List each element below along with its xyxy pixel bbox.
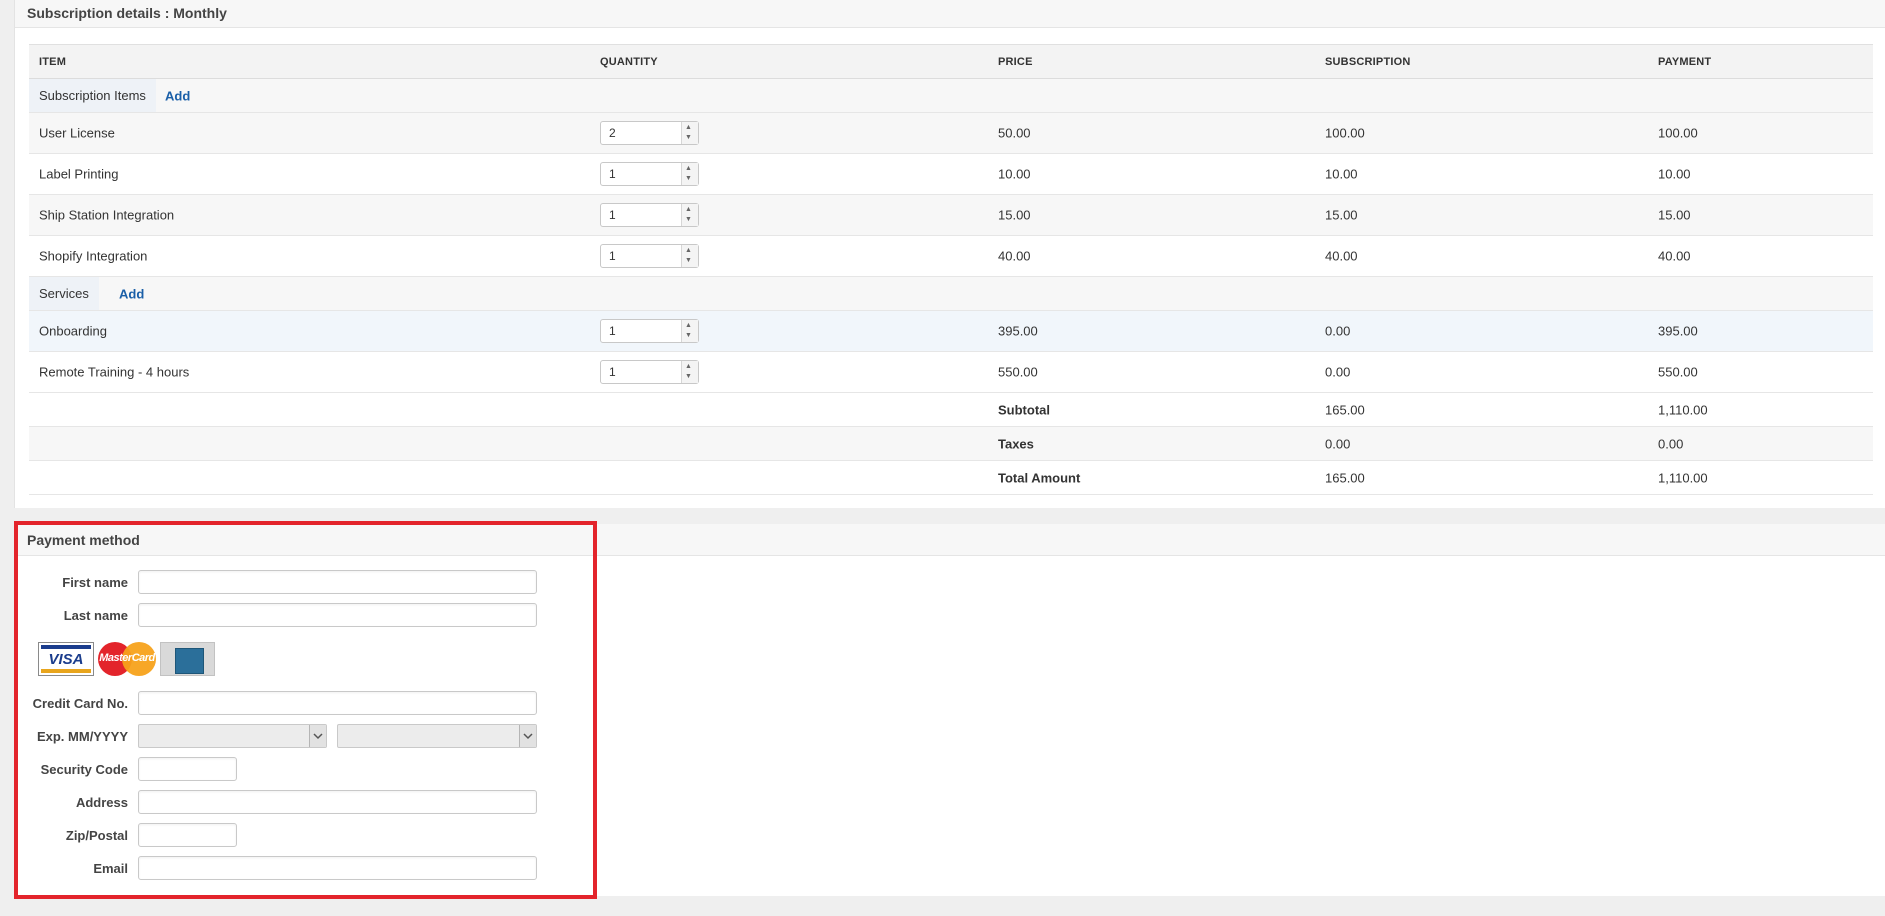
stepper-arrows[interactable]: ▲ ▼ bbox=[681, 320, 698, 342]
col-header-quantity: QUANTITY bbox=[600, 55, 658, 68]
quantity-stepper[interactable]: 1 ▲ ▼ bbox=[600, 162, 699, 186]
item-name: Label Printing bbox=[39, 166, 119, 182]
item-subscription: 15.00 bbox=[1325, 207, 1358, 223]
table-row: Shopify Integration 1 ▲ ▼ 40.00 40.00 40.… bbox=[29, 236, 1873, 277]
add-subscription-item-link[interactable]: Add bbox=[165, 88, 190, 103]
group-label: Subscription Items bbox=[29, 79, 156, 112]
item-name: Remote Training - 4 hours bbox=[39, 364, 190, 380]
subtotal-payment: 1,110.00 bbox=[1658, 402, 1708, 417]
table-row: User License 2 ▲ ▼ 50.00 100.00 100.00 bbox=[29, 113, 1873, 154]
stepper-arrows[interactable]: ▲ ▼ bbox=[681, 163, 698, 185]
item-price: 395.00 bbox=[998, 323, 1038, 339]
item-subscription: 0.00 bbox=[1325, 364, 1351, 380]
taxes-label: Taxes bbox=[998, 436, 1034, 451]
item-name: User License bbox=[39, 125, 115, 141]
item-name: Ship Station Integration bbox=[39, 207, 175, 223]
stepper-arrows[interactable]: ▲ ▼ bbox=[681, 245, 698, 267]
item-payment: 15.00 bbox=[1658, 207, 1691, 223]
payment-method-highlight bbox=[14, 521, 597, 899]
taxes-payment: 0.00 bbox=[1658, 436, 1684, 451]
item-payment: 395.00 bbox=[1658, 323, 1698, 339]
col-header-item: ITEM bbox=[39, 55, 67, 68]
table-header-row: ITEM QUANTITY PRICE SUBSCRIPTION PAYMENT bbox=[29, 44, 1873, 79]
subtotal-subscription: 165.00 bbox=[1325, 402, 1365, 417]
subscription-title: Subscription details : Monthly bbox=[27, 5, 227, 21]
quantity-stepper[interactable]: 1 ▲ ▼ bbox=[600, 319, 699, 343]
quantity-stepper[interactable]: 2 ▲ ▼ bbox=[600, 121, 699, 145]
table-row: Onboarding 1 ▲ ▼ 395.00 0.00 395.00 bbox=[29, 311, 1873, 352]
col-header-payment: PAYMENT bbox=[1658, 55, 1712, 68]
col-header-price: PRICE bbox=[998, 55, 1033, 68]
stepper-arrows[interactable]: ▲ ▼ bbox=[681, 361, 698, 383]
total-amount-row: Total Amount 165.00 1,110.00 bbox=[29, 461, 1873, 495]
total-amount-payment: 1,110.00 bbox=[1658, 470, 1708, 485]
item-name: Shopify Integration bbox=[39, 248, 148, 264]
subscription-panel-header: Subscription details : Monthly bbox=[15, 0, 1885, 28]
taxes-subscription: 0.00 bbox=[1325, 436, 1351, 451]
quantity-stepper[interactable]: 1 ▲ ▼ bbox=[600, 360, 699, 384]
item-subscription: 0.00 bbox=[1325, 323, 1351, 339]
item-payment: 40.00 bbox=[1658, 248, 1691, 264]
item-price: 15.00 bbox=[998, 207, 1031, 223]
table-row: Label Printing 1 ▲ ▼ 10.00 10.00 10.00 bbox=[29, 154, 1873, 195]
add-service-link[interactable]: Add bbox=[119, 286, 144, 301]
item-price: 50.00 bbox=[998, 125, 1031, 141]
quantity-stepper[interactable]: 1 ▲ ▼ bbox=[600, 244, 699, 268]
item-subscription: 100.00 bbox=[1325, 125, 1365, 141]
item-payment: 550.00 bbox=[1658, 364, 1698, 380]
subscription-table: ITEM QUANTITY PRICE SUBSCRIPTION PAYMENT… bbox=[29, 44, 1873, 496]
subtotal-row: Subtotal 165.00 1,110.00 bbox=[29, 393, 1873, 427]
total-amount-subscription: 165.00 bbox=[1325, 470, 1365, 485]
stepper-arrows[interactable]: ▲ ▼ bbox=[681, 122, 698, 144]
item-subscription: 40.00 bbox=[1325, 248, 1358, 264]
item-name: Onboarding bbox=[39, 323, 107, 339]
item-subscription: 10.00 bbox=[1325, 166, 1358, 182]
group-label: Services bbox=[29, 277, 99, 310]
taxes-row: Taxes 0.00 0.00 bbox=[29, 427, 1873, 461]
item-price: 10.00 bbox=[998, 166, 1031, 182]
table-row: Ship Station Integration 1 ▲ ▼ 15.00 15.0… bbox=[29, 195, 1873, 236]
group-row-services: Services Add bbox=[29, 277, 1873, 311]
col-header-subscription: SUBSCRIPTION bbox=[1325, 55, 1411, 68]
group-row-subscription-items: Subscription Items Add bbox=[29, 79, 1873, 113]
stepper-arrows[interactable]: ▲ ▼ bbox=[681, 204, 698, 226]
quantity-stepper[interactable]: 1 ▲ ▼ bbox=[600, 203, 699, 227]
item-payment: 10.00 bbox=[1658, 166, 1691, 182]
subtotal-label: Subtotal bbox=[998, 402, 1050, 417]
item-price: 550.00 bbox=[998, 364, 1038, 380]
item-price: 40.00 bbox=[998, 248, 1031, 264]
table-row: Remote Training - 4 hours 1 ▲ ▼ 550.00 0.… bbox=[29, 352, 1873, 393]
subscription-panel: Subscription details : Monthly ITEM QUAN… bbox=[14, 0, 1885, 508]
item-payment: 100.00 bbox=[1658, 125, 1698, 141]
total-amount-label: Total Amount bbox=[998, 470, 1081, 485]
